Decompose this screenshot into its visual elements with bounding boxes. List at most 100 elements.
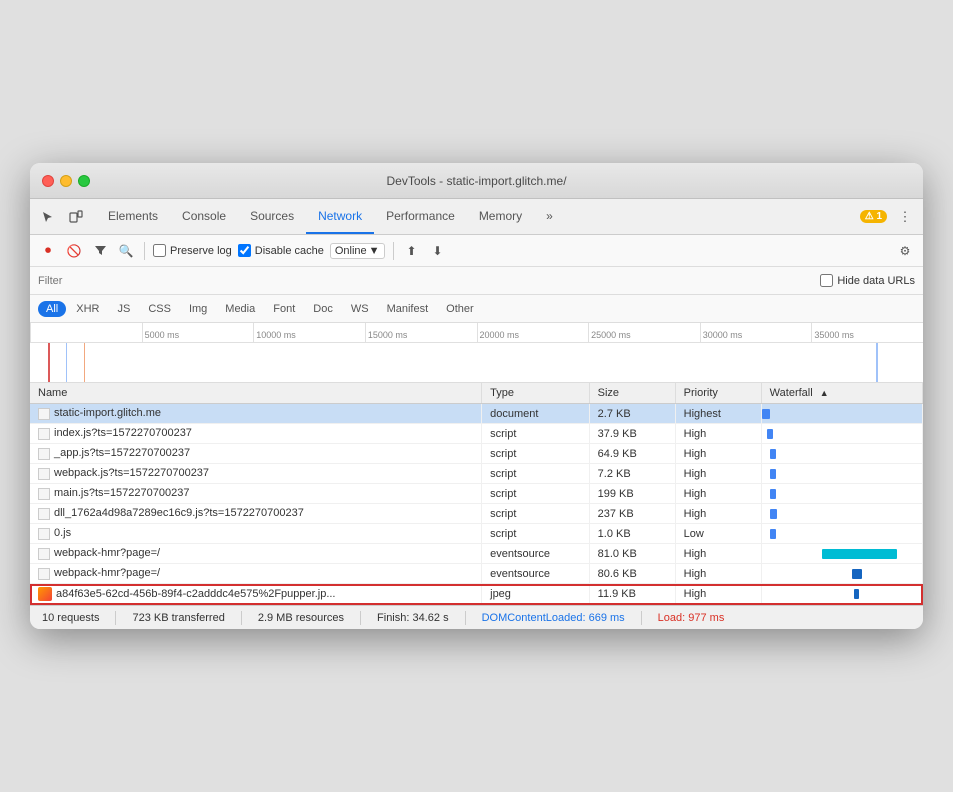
close-button[interactable]: [42, 175, 54, 187]
import-icon[interactable]: ⬆: [402, 241, 422, 261]
device-toggle-icon[interactable]: [64, 205, 88, 229]
col-header-type[interactable]: Type: [482, 383, 590, 404]
table-row[interactable]: _app.js?ts=1572270700237script64.9 KBHig…: [30, 444, 923, 464]
tab-sources[interactable]: Sources: [238, 199, 306, 234]
tab-elements[interactable]: Elements: [96, 199, 170, 234]
type-js[interactable]: JS: [109, 301, 138, 317]
network-table: Name Type Size Priority Waterfall ▲ stat…: [30, 383, 923, 605]
col-header-name[interactable]: Name: [30, 383, 482, 404]
table-row[interactable]: static-import.glitch.medocument2.7 KBHig…: [30, 404, 923, 424]
table-header: Name Type Size Priority Waterfall ▲: [30, 383, 923, 404]
tick-4: 20000 ms: [477, 323, 589, 342]
cell-size: 7.2 KB: [589, 464, 675, 484]
table-row[interactable]: 0.jsscript1.0 KBLow: [30, 524, 923, 544]
status-sep-1: [115, 611, 116, 625]
tab-console[interactable]: Console: [170, 199, 238, 234]
network-throttle-select[interactable]: Online ▼: [330, 243, 385, 259]
cell-type: script: [482, 504, 590, 524]
cell-type: script: [482, 424, 590, 444]
table-row[interactable]: webpack-hmr?page=/eventsource81.0 KBHigh: [30, 544, 923, 564]
table-row[interactable]: webpack.js?ts=1572270700237script7.2 KBH…: [30, 464, 923, 484]
disable-cache-label[interactable]: Disable cache: [238, 244, 324, 257]
cursor-icon[interactable]: [36, 205, 60, 229]
requests-count: 10 requests: [42, 612, 99, 624]
record-button[interactable]: ⏺: [38, 241, 58, 261]
tab-memory[interactable]: Memory: [467, 199, 534, 234]
cell-size: 81.0 KB: [589, 544, 675, 564]
cell-size: 11.9 KB: [589, 584, 675, 605]
type-all[interactable]: All: [38, 301, 66, 317]
file-img-icon: [38, 587, 52, 601]
devtools-window: DevTools - static-import.glitch.me/ Elem…: [30, 163, 923, 629]
tab-performance[interactable]: Performance: [374, 199, 467, 234]
cell-type: jpeg: [482, 584, 590, 605]
waterfall-bar: [767, 429, 773, 439]
cell-type: eventsource: [482, 564, 590, 584]
cell-type: document: [482, 404, 590, 424]
preserve-log-checkbox[interactable]: [153, 244, 166, 257]
cell-priority: Low: [675, 524, 761, 544]
cell-name: main.js?ts=1572270700237: [30, 484, 482, 504]
network-table-container: Name Type Size Priority Waterfall ▲ stat…: [30, 383, 923, 605]
traffic-lights: [42, 175, 90, 187]
tab-network[interactable]: Network: [306, 199, 374, 234]
cell-type: script: [482, 444, 590, 464]
nav-icons: [36, 205, 88, 229]
filter-input[interactable]: [38, 275, 118, 287]
minimize-button[interactable]: [60, 175, 72, 187]
cell-priority: High: [675, 564, 761, 584]
stop-button[interactable]: 🚫: [64, 241, 84, 261]
type-xhr[interactable]: XHR: [68, 301, 107, 317]
tab-more[interactable]: »: [534, 199, 565, 234]
type-img[interactable]: Img: [181, 301, 215, 317]
filter-icon[interactable]: [90, 241, 110, 261]
cell-type: script: [482, 484, 590, 504]
table-row[interactable]: webpack-hmr?page=/eventsource80.6 KBHigh: [30, 564, 923, 584]
maximize-button[interactable]: [78, 175, 90, 187]
status-sep-5: [641, 611, 642, 625]
cell-priority: High: [675, 484, 761, 504]
type-font[interactable]: Font: [265, 301, 303, 317]
type-media[interactable]: Media: [217, 301, 263, 317]
settings-icon[interactable]: ⚙: [895, 241, 915, 261]
cell-waterfall: [761, 564, 922, 584]
hide-data-urls-checkbox[interactable]: [820, 274, 833, 287]
cell-waterfall: [761, 524, 922, 544]
waterfall-bar: [770, 529, 776, 539]
type-filter-bar: All XHR JS CSS Img Media Font Doc WS Man…: [30, 295, 923, 323]
tick-2: 10000 ms: [253, 323, 365, 342]
type-ws[interactable]: WS: [343, 301, 377, 317]
timeline-line-orange: [84, 343, 85, 383]
cell-size: 1.0 KB: [589, 524, 675, 544]
type-manifest[interactable]: Manifest: [379, 301, 437, 317]
more-options-icon[interactable]: ⋮: [893, 205, 917, 229]
preserve-log-label[interactable]: Preserve log: [153, 244, 232, 257]
col-header-priority[interactable]: Priority: [675, 383, 761, 404]
table-row[interactable]: a84f63e5-62cd-456b-89f4-c2adddc4e575%2Fp…: [30, 584, 923, 605]
tick-3: 15000 ms: [365, 323, 477, 342]
separator-2: [393, 242, 394, 260]
export-icon[interactable]: ⬇: [428, 241, 448, 261]
cell-name: static-import.glitch.me: [30, 404, 482, 424]
cell-size: 199 KB: [589, 484, 675, 504]
disable-cache-checkbox[interactable]: [238, 244, 251, 257]
type-css[interactable]: CSS: [140, 301, 179, 317]
cell-size: 2.7 KB: [589, 404, 675, 424]
col-header-size[interactable]: Size: [589, 383, 675, 404]
cell-waterfall: [761, 404, 922, 424]
status-bar: 10 requests 723 KB transferred 2.9 MB re…: [30, 605, 923, 629]
table-row[interactable]: main.js?ts=1572270700237script199 KBHigh: [30, 484, 923, 504]
timeline-line-red: [48, 343, 50, 383]
type-doc[interactable]: Doc: [305, 301, 341, 317]
hide-data-urls-label[interactable]: Hide data URLs: [820, 274, 915, 287]
type-other[interactable]: Other: [438, 301, 482, 317]
table-row[interactable]: index.js?ts=1572270700237script37.9 KBHi…: [30, 424, 923, 444]
filter-bar: Hide data URLs: [30, 267, 923, 295]
table-row[interactable]: dll_1762a4d98a7289ec16c9.js?ts=157227070…: [30, 504, 923, 524]
status-sep-4: [465, 611, 466, 625]
timeline-line-blue-2: [876, 343, 878, 383]
col-header-waterfall[interactable]: Waterfall ▲: [761, 383, 922, 404]
file-icon: [38, 568, 50, 580]
search-icon[interactable]: 🔍: [116, 241, 136, 261]
timeline-area: [30, 343, 923, 383]
